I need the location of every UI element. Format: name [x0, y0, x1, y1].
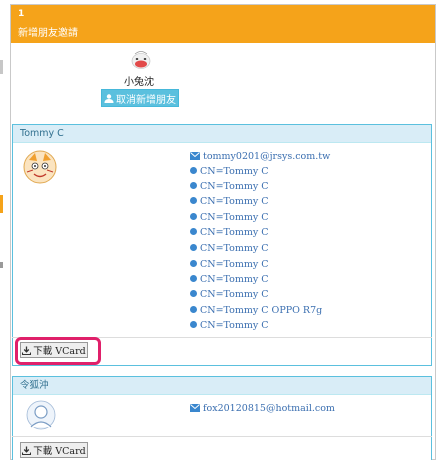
certificate-dot-icon	[190, 321, 197, 328]
invite-count: 1	[18, 9, 25, 19]
envelope-icon	[190, 151, 200, 160]
contact-name: 令狐沖	[13, 377, 431, 395]
contact-email: tommy0201@jrsys.com.tw	[190, 151, 330, 162]
certificate-dot-icon	[190, 167, 197, 174]
contact-email: fox20120815@hotmail.com	[190, 403, 335, 414]
certificate-item: CN=Tommy C	[190, 166, 269, 177]
certificate-dot-icon	[190, 197, 197, 204]
background-fragment	[0, 60, 3, 74]
certificate-dot-icon	[190, 244, 197, 251]
certificate-item: CN=Tommy C	[190, 320, 269, 331]
rabbit-avatar-icon	[130, 48, 152, 70]
invite-title: 新增朋友邀請	[18, 28, 78, 39]
highlight-outline	[15, 337, 101, 365]
certificate-dot-icon	[190, 290, 197, 297]
cancel-friend-request-button[interactable]: 取消新增朋友	[101, 89, 179, 107]
certificate-dot-icon	[190, 275, 197, 282]
envelope-icon	[190, 403, 200, 412]
certificate-item: CN=Tommy C	[190, 181, 269, 192]
certificate-item: CN=Tommy C	[190, 289, 269, 300]
certificate-item: CN=Tommy C	[190, 212, 269, 223]
certificate-item: CN=Tommy C	[190, 274, 269, 285]
certificate-dot-icon	[190, 213, 197, 220]
certificate-dot-icon	[190, 260, 197, 267]
download-vcard-button[interactable]: 下載 VCard	[20, 442, 88, 458]
certificate-dot-icon	[190, 228, 197, 235]
divider	[12, 436, 432, 437]
certificate-item: CN=Tommy C OPPO R7g	[190, 305, 322, 316]
certificate-item: CN=Tommy C	[190, 196, 269, 207]
download-icon	[22, 446, 32, 455]
background-fragment	[0, 262, 3, 268]
contact-name: Tommy C	[13, 125, 431, 143]
certificate-dot-icon	[190, 182, 197, 189]
contact-avatar-icon	[23, 150, 57, 184]
certificate-item: CN=Tommy C	[190, 243, 269, 254]
cancel-friend-request-label: 取消新增朋友	[116, 94, 176, 106]
default-avatar-icon	[26, 400, 56, 430]
background-fragment	[0, 195, 3, 213]
user-icon	[104, 93, 114, 103]
invite-header: 1 新增朋友邀請	[11, 5, 435, 43]
invitee-name: 小兔沈	[124, 77, 154, 88]
certificate-dot-icon	[190, 306, 197, 313]
certificate-item: CN=Tommy C	[190, 259, 269, 270]
certificate-item: CN=Tommy C	[190, 227, 269, 238]
